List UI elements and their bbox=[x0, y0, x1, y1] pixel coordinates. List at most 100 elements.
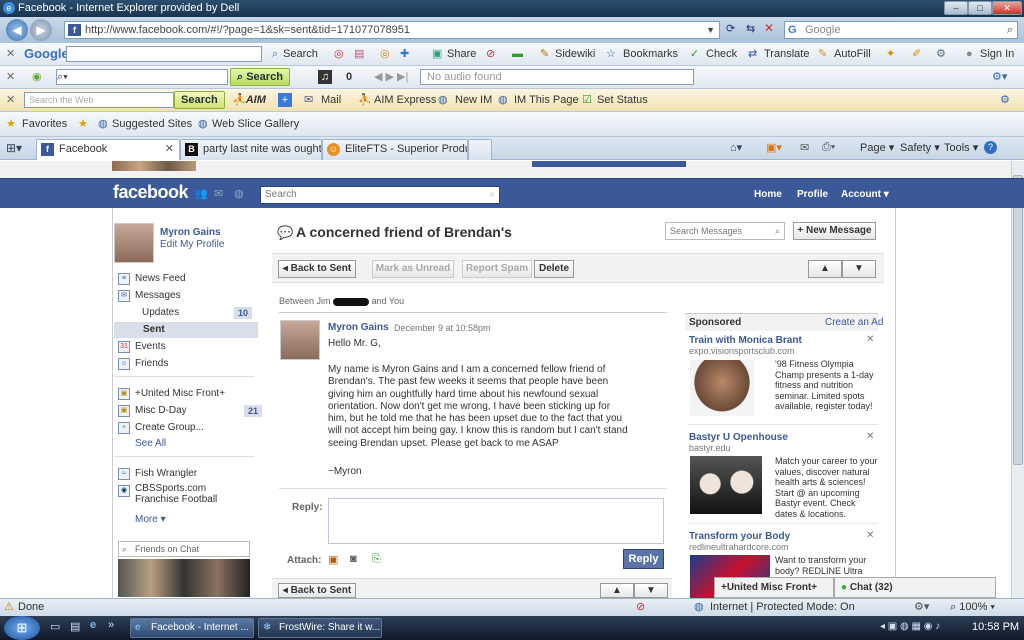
favorites-button[interactable]: Favorites bbox=[22, 112, 67, 136]
ad-close-icon[interactable]: ✕ bbox=[866, 530, 874, 541]
aim-search-button[interactable]: Search bbox=[174, 91, 225, 109]
back-to-sent-bottom-button[interactable]: ◂ Back to Sent bbox=[278, 583, 356, 598]
maximize-button[interactable]: □ bbox=[968, 1, 992, 15]
report-spam-button[interactable]: Report Spam bbox=[462, 260, 532, 278]
new-message-button[interactable]: + New Message bbox=[793, 222, 876, 240]
google-search-field[interactable]: G Google ⌕ bbox=[784, 21, 1018, 39]
see-all-link[interactable]: See All bbox=[135, 438, 166, 449]
close-tab-icon[interactable]: ✕ bbox=[165, 140, 174, 159]
nav-friends[interactable]: ☺ Friends bbox=[118, 356, 168, 372]
attach-video-icon[interactable]: ◙ bbox=[350, 553, 357, 565]
new-im-button[interactable]: New IM bbox=[455, 89, 492, 111]
toolbar-options-icon[interactable]: ⚙▾ bbox=[992, 66, 1007, 88]
reply-button[interactable]: Reply bbox=[623, 549, 664, 569]
clock[interactable]: 10:58 PM bbox=[972, 621, 1019, 633]
create-ad-link[interactable]: Create an Ad bbox=[825, 317, 883, 328]
read-mail-icon[interactable]: ✉ bbox=[800, 141, 809, 154]
back-to-sent-button[interactable]: ◂ Back to Sent bbox=[278, 260, 356, 278]
ad-image[interactable] bbox=[690, 456, 762, 514]
ad-close-icon[interactable]: ✕ bbox=[866, 431, 874, 442]
nav-profile[interactable]: Profile bbox=[797, 189, 828, 200]
aim-express-button[interactable]: AIM Express bbox=[374, 89, 436, 111]
aim-search-input[interactable]: Search the Web bbox=[24, 92, 174, 108]
attach-link-icon[interactable]: ⎘ bbox=[372, 553, 381, 566]
chat-search-input[interactable]: ⌕ Friends on Chat bbox=[118, 541, 250, 557]
previous-thread-bottom-button[interactable]: ▲ bbox=[600, 583, 634, 598]
settings-icon[interactable]: ⚙▾ bbox=[914, 599, 929, 616]
nav-events[interactable]: 31 Events bbox=[118, 339, 166, 355]
ad-title[interactable]: Train with Monica Brant bbox=[689, 335, 802, 346]
page-scrollbar[interactable] bbox=[1011, 161, 1024, 598]
autofill-button[interactable]: AutoFill bbox=[834, 43, 871, 65]
nav-messages[interactable]: ✉ Messages bbox=[118, 288, 181, 304]
search-messages-input[interactable]: Search Messages ⌕ bbox=[665, 222, 785, 240]
url-dropdown-icon[interactable]: ▼ bbox=[706, 22, 715, 38]
switch-windows-icon[interactable]: ▤ bbox=[70, 620, 80, 633]
tray-icons[interactable]: ◂ ▣ ◍ ▦ ◉ ♪ bbox=[880, 621, 940, 632]
wrench-icon[interactable]: ⚙ bbox=[936, 43, 946, 65]
sign-in-button[interactable]: Sign In bbox=[980, 43, 1014, 65]
media-search-input[interactable]: ⌕▾ bbox=[56, 69, 228, 85]
safety-menu[interactable]: Safety ▾ bbox=[900, 141, 940, 154]
chat-tab[interactable]: ● Chat (32) bbox=[834, 577, 996, 598]
ad-title[interactable]: Bastyr U Openhouse bbox=[689, 432, 788, 443]
im-this-page-button[interactable]: IM This Page bbox=[514, 89, 579, 111]
forward-nav-button[interactable]: ▶ bbox=[30, 19, 52, 41]
ie-quicklaunch-icon[interactable]: e bbox=[90, 619, 96, 631]
share-button[interactable]: Share bbox=[447, 43, 476, 65]
ad-title[interactable]: Transform your Body bbox=[689, 531, 790, 542]
check-button[interactable]: Check bbox=[706, 43, 737, 65]
sender-avatar[interactable] bbox=[280, 320, 320, 360]
pagerank-icon[interactable]: ▤ bbox=[354, 43, 364, 65]
nav-app-fish-wrangler[interactable]: ≈ Fish Wrangler bbox=[118, 466, 197, 482]
translate-button[interactable]: Translate bbox=[764, 43, 809, 65]
sender-name[interactable]: Myron Gains bbox=[328, 322, 389, 333]
chat-friends-photos[interactable] bbox=[118, 559, 250, 597]
google-toolbar-input[interactable] bbox=[66, 46, 262, 62]
nav-account[interactable]: Account ▾ bbox=[841, 189, 889, 200]
nav-create-group[interactable]: + Create Group... bbox=[118, 420, 204, 436]
popup-blocker-icon[interactable]: ⊘ bbox=[486, 43, 495, 65]
refresh-icon[interactable]: ⟳ bbox=[726, 22, 735, 35]
chat-group-tab[interactable]: +United Misc Front+ bbox=[714, 577, 834, 598]
back-nav-button[interactable]: ◀ bbox=[6, 19, 28, 41]
nav-app-cbssports[interactable]: ◉ CBSSports.com Franchise Football bbox=[118, 483, 248, 505]
ad-image[interactable] bbox=[690, 360, 754, 416]
music-icon[interactable]: ♫ bbox=[318, 70, 332, 84]
popup-blocked-icon[interactable]: ⊘ bbox=[636, 599, 645, 616]
messages-icon[interactable]: ✉ bbox=[214, 187, 223, 200]
add-icon[interactable]: + bbox=[278, 93, 292, 107]
bookmarks-button[interactable]: Bookmarks bbox=[623, 43, 678, 65]
reply-textarea[interactable] bbox=[328, 498, 664, 544]
compat-view-icon[interactable]: ⇆ bbox=[746, 22, 755, 35]
set-status-button[interactable]: Set Status bbox=[597, 89, 648, 111]
tab-party[interactable]: B party last nite was oughtfu... bbox=[180, 139, 322, 160]
nav-home[interactable]: Home bbox=[754, 189, 782, 200]
settings-gear-icon[interactable]: ⚙ bbox=[1000, 89, 1010, 111]
tab-facebook[interactable]: f Facebook ✕ bbox=[36, 139, 180, 160]
tab-elitefts[interactable]: ☺ EliteFTS - Superior Product... bbox=[322, 139, 468, 160]
security-zone-text[interactable]: Internet | Protected Mode: On bbox=[710, 599, 855, 616]
taskbar-frostwire[interactable]: ❄ FrostWire: Share it w... bbox=[258, 618, 382, 638]
suggested-sites-link[interactable]: Suggested Sites bbox=[112, 112, 192, 136]
nav-news-feed[interactable]: ≡ News Feed bbox=[118, 271, 186, 287]
toolbar-search-button[interactable]: Search bbox=[283, 43, 318, 65]
previous-thread-button[interactable]: ▲ bbox=[808, 260, 842, 278]
attach-photo-icon[interactable]: ▣ bbox=[328, 553, 338, 566]
tools-menu[interactable]: Tools ▾ bbox=[944, 141, 978, 154]
minimize-button[interactable]: – bbox=[944, 1, 968, 15]
aim-logo[interactable]: ⛹AIM bbox=[232, 89, 266, 111]
quick-tabs-icon[interactable]: ⊞▾ bbox=[6, 141, 22, 155]
warning-icon[interactable]: ⚠ bbox=[4, 599, 14, 616]
stop-icon[interactable]: ✕ bbox=[764, 21, 774, 35]
mail-button[interactable]: Mail bbox=[321, 89, 341, 111]
show-desktop-icon[interactable]: ▭ bbox=[50, 620, 60, 633]
toolbar-close-icon[interactable]: ✕ bbox=[6, 43, 15, 65]
start-orb-icon[interactable]: ⊞ bbox=[4, 616, 40, 640]
nav-group-united[interactable]: ▣ +United Misc Front+ bbox=[118, 386, 225, 402]
mark-unread-button[interactable]: Mark as Unread bbox=[372, 260, 454, 278]
new-tab-button[interactable] bbox=[468, 139, 492, 160]
zoom-level[interactable]: ⌕ 100% ▾ bbox=[950, 599, 995, 616]
next-thread-button[interactable]: ▼ bbox=[842, 260, 876, 278]
next-thread-bottom-button[interactable]: ▼ bbox=[634, 583, 668, 598]
